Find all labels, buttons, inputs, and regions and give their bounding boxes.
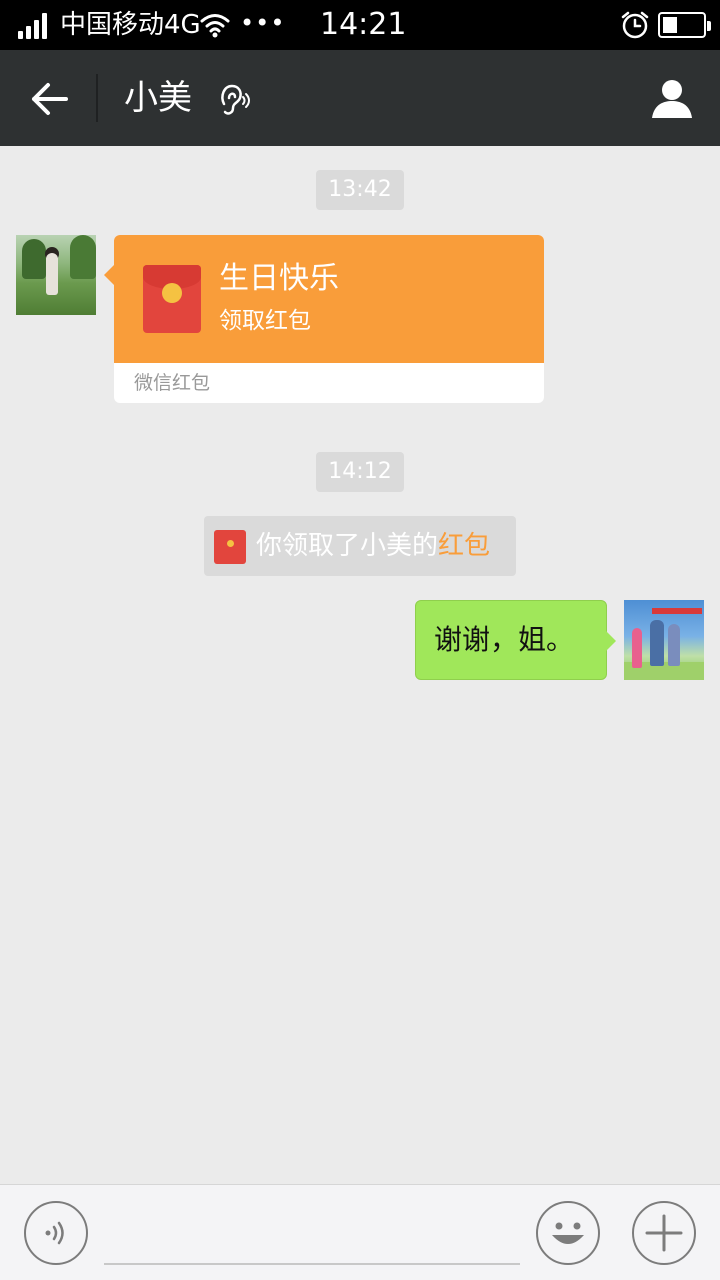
message-text: 谢谢，姐。 <box>434 623 575 656</box>
notice-message: 你领取了小美的 <box>256 531 439 561</box>
voice-icon <box>45 1221 64 1245</box>
message-input[interactable] <box>104 1201 520 1261</box>
battery-icon <box>658 12 711 38</box>
timestamp: 13:42 <box>0 170 720 210</box>
wifi-icon <box>200 14 230 38</box>
input-underline <box>104 1263 520 1265</box>
chat-title: 小美 <box>124 78 192 118</box>
profile-icon[interactable] <box>648 74 696 122</box>
emoji-button[interactable] <box>536 1201 600 1265</box>
input-bar <box>0 1184 720 1280</box>
chat-header: 小美 <box>0 50 720 146</box>
red-packet-header: 生日快乐 领取红包 <box>104 235 544 363</box>
signal-icon <box>18 13 52 39</box>
more-dots: ••• <box>240 9 286 37</box>
contact-avatar[interactable] <box>16 235 96 315</box>
header-divider <box>96 74 98 122</box>
carrier-label: 中国移动4G <box>60 10 201 40</box>
plus-icon <box>645 1214 683 1252</box>
alarm-icon <box>621 11 649 39</box>
timestamp-label: 13:42 <box>316 170 404 210</box>
back-arrow-icon[interactable] <box>24 74 74 124</box>
red-packet-icon <box>214 530 246 564</box>
status-bar: 中国移动4G ••• 14:21 <box>0 0 720 50</box>
notice-text: 你领取了小美的红包 <box>256 530 490 562</box>
red-packet-link[interactable]: 红包 <box>438 531 490 561</box>
emoji-icon <box>541 1206 595 1260</box>
ear-icon <box>221 84 250 115</box>
clock: 14:21 <box>320 7 407 42</box>
red-packet-subtitle: 领取红包 <box>219 308 311 334</box>
red-packet-notice: 你领取了小美的红包 <box>204 516 516 576</box>
voice-button[interactable] <box>24 1201 88 1265</box>
timestamp-label: 14:12 <box>316 452 404 492</box>
plus-button[interactable] <box>632 1201 696 1265</box>
outgoing-message-bubble[interactable]: 谢谢，姐。 <box>415 600 616 680</box>
red-packet-footer: 微信红包 <box>134 372 211 394</box>
my-avatar[interactable] <box>624 600 704 680</box>
red-packet-card[interactable]: 生日快乐 领取红包 微信红包 <box>104 235 544 403</box>
red-packet-icon <box>143 265 201 333</box>
red-packet-title: 生日快乐 <box>219 261 339 296</box>
timestamp: 14:12 <box>0 452 720 492</box>
